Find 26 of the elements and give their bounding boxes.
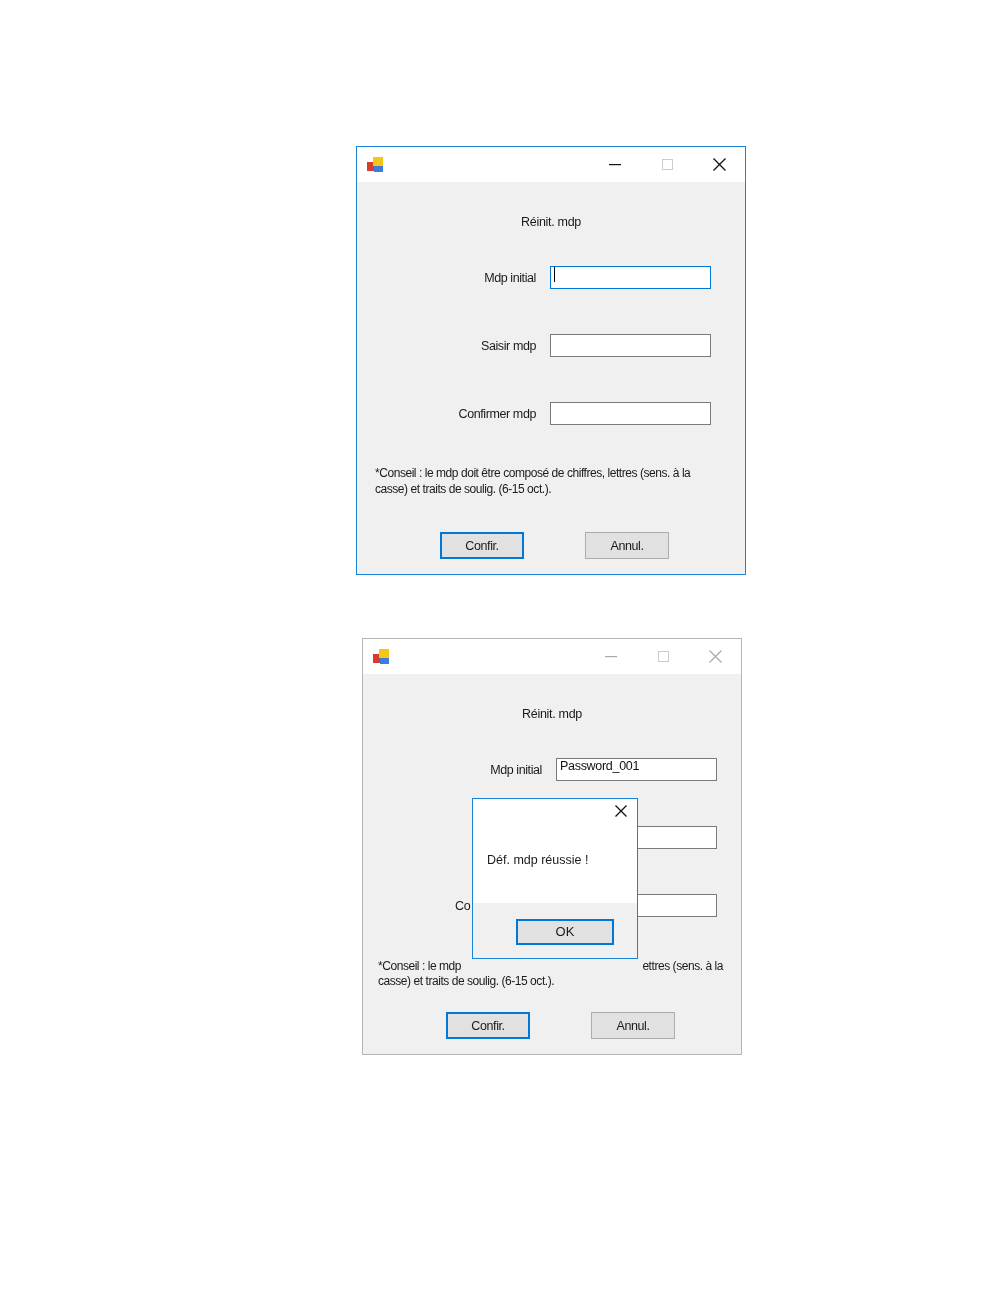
hint-text: *Conseil : le mdp: [378, 959, 462, 974]
hint-text: ettres (sens. à la: [642, 959, 723, 974]
ok-button[interactable]: OK: [516, 918, 614, 945]
field-label: Co: [454, 898, 472, 913]
dialog-heading: Réinit. mdp: [521, 215, 581, 229]
dialog-button[interactable]: Annul.: [585, 532, 669, 559]
field-label: Mdp initial: [489, 762, 542, 777]
field-label: Confirmer mdp: [457, 406, 536, 421]
field-label: Saisir mdp: [479, 338, 536, 353]
dialog-button[interactable]: Confir.: [446, 1012, 530, 1039]
app-icon: [367, 156, 384, 173]
hint-text: *Conseil : le mdp doit être composé de chiffres, lettres (sens. à la casse) et traits de soulig. (6-15 oct.).: [375, 465, 692, 497]
minimize-icon[interactable]: [609, 163, 621, 166]
dialog-button[interactable]: Confir.: [440, 532, 524, 559]
message-text: Déf. mdp réussie !: [487, 853, 590, 867]
dialog-heading: Réinit. mdp: [522, 707, 582, 721]
password-field[interactable]: [550, 402, 711, 425]
password-field[interactable]: [550, 334, 711, 357]
password-field[interactable]: Password_001: [556, 758, 717, 781]
app-icon: [373, 648, 390, 665]
close-icon[interactable]: [712, 158, 726, 171]
password-field[interactable]: [550, 266, 711, 289]
field-label: Mdp initial: [483, 270, 536, 285]
close-icon[interactable]: [615, 805, 627, 817]
dialog-button[interactable]: Annul.: [591, 1012, 675, 1039]
hint-text: casse) et traits de soulig. (6-15 oct.).: [378, 974, 555, 989]
